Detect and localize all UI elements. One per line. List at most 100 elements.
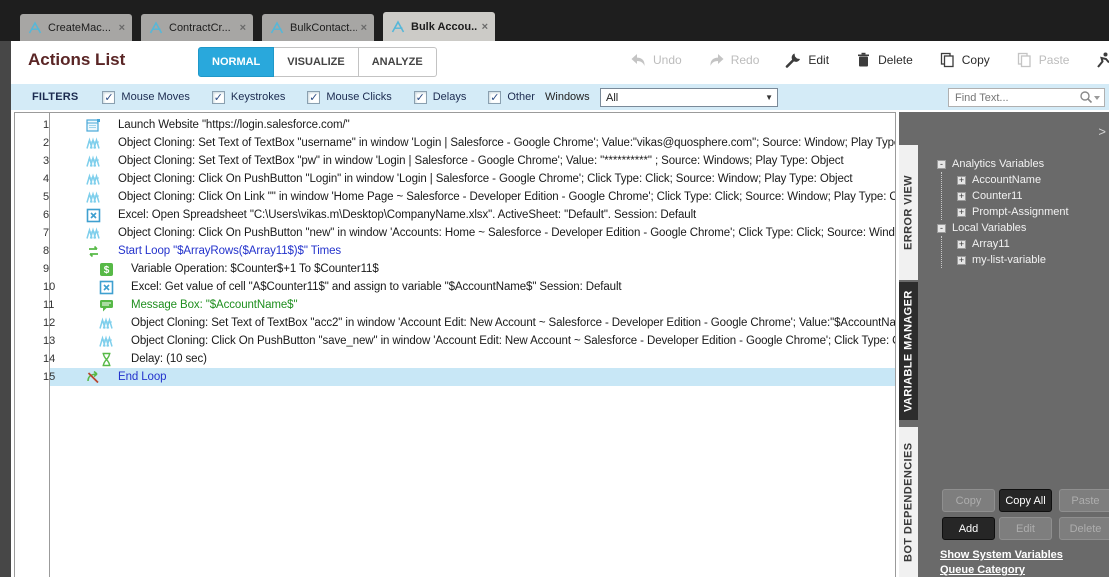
action-row[interactable]: 14 Delay: (10 sec) bbox=[15, 350, 895, 368]
action-row[interactable]: 13Object Cloning: Click On PushButton "s… bbox=[15, 332, 895, 350]
expand-box-icon[interactable]: + bbox=[957, 208, 966, 217]
tab-close-icon[interactable]: × bbox=[361, 22, 367, 34]
action-text: End Loop bbox=[118, 371, 166, 383]
checkbox-icon: ✓ bbox=[414, 91, 427, 104]
tree-children: +Array11+my-list-variable bbox=[941, 236, 1069, 268]
action-text: Launch Website "https://login.salesforce… bbox=[118, 119, 350, 131]
filter-checkbox-delays[interactable]: ✓Delays bbox=[414, 91, 467, 104]
action-row[interactable]: 5Object Cloning: Click On Link "" in win… bbox=[15, 188, 895, 206]
tree-node-label: AccountName bbox=[972, 174, 1041, 186]
toolbar-button-label: Edit bbox=[808, 53, 829, 67]
action-row[interactable]: 12 Object Cloning: Set Text of TextBox "a… bbox=[15, 314, 895, 332]
toolbar-button-label: Redo bbox=[731, 53, 760, 67]
toolbar-button-label: Delete bbox=[878, 53, 913, 67]
app-logo-icon bbox=[148, 21, 164, 35]
excel-icon bbox=[86, 208, 101, 223]
expand-box-icon[interactable]: + bbox=[957, 256, 966, 265]
action-row[interactable]: 15End Loop bbox=[15, 368, 895, 386]
action-row[interactable]: 10Excel: Get value of cell "A$Counter11$… bbox=[15, 278, 895, 296]
copy-button[interactable]: Copy bbox=[939, 52, 990, 68]
tree-node[interactable]: +my-list-variable bbox=[957, 252, 1069, 268]
windows-dropdown-value: All bbox=[606, 92, 618, 104]
row-number: 12 bbox=[15, 317, 49, 329]
collapse-box-icon[interactable]: - bbox=[937, 224, 946, 233]
panel-tab-variable-manager[interactable]: VARIABLE MANAGER bbox=[899, 282, 918, 420]
app-logo-icon bbox=[390, 20, 406, 34]
tab-close-icon[interactable]: × bbox=[240, 22, 246, 34]
action-text: Message Box: "$AccountName$" bbox=[131, 299, 297, 311]
filter-checkbox-label: Mouse Moves bbox=[121, 91, 189, 103]
object-cloning-icon bbox=[86, 136, 101, 151]
action-row[interactable]: 9 $ Variable Operation: $Counter$+1 To $Co… bbox=[15, 260, 895, 278]
action-text: Object Cloning: Set Text of TextBox "acc… bbox=[131, 317, 895, 329]
copy-all-button[interactable]: Copy All bbox=[999, 489, 1052, 512]
tree-node[interactable]: + AccountName bbox=[957, 172, 1069, 188]
paste-button: Paste bbox=[1059, 489, 1109, 512]
action-row[interactable]: 11Message Box: "$AccountName$" bbox=[15, 296, 895, 314]
expand-box-icon[interactable]: + bbox=[957, 240, 966, 249]
app-tab[interactable]: BulkContact...× bbox=[262, 14, 374, 41]
tree-node-label: Analytics Variables bbox=[952, 158, 1044, 170]
filter-checkbox-keystrokes[interactable]: ✓Keystrokes bbox=[212, 91, 285, 104]
app-tab[interactable]: ContractCr...× bbox=[141, 14, 253, 41]
checkbox-icon: ✓ bbox=[488, 91, 501, 104]
svg-text:$: $ bbox=[104, 265, 110, 276]
tree-node[interactable]: -Local Variables bbox=[937, 220, 1069, 236]
filter-checkbox-other[interactable]: ✓Other bbox=[488, 91, 535, 104]
collapse-box-icon[interactable]: - bbox=[937, 160, 946, 169]
action-row[interactable]: 1Launch Website "https://login.salesforc… bbox=[15, 116, 895, 134]
action-row[interactable]: 3Object Cloning: Set Text of TextBox "pw… bbox=[15, 152, 895, 170]
show-system-variables-link[interactable]: Show System Variables bbox=[940, 549, 1063, 561]
actions-button[interactable]: Actions bbox=[1095, 52, 1109, 68]
launch-website-icon bbox=[86, 118, 101, 133]
app-tab[interactable]: Bulk Accou...× bbox=[383, 12, 495, 41]
mode-analyze-button[interactable]: ANALYZE bbox=[359, 47, 437, 77]
queue-category-link[interactable]: Queue Category bbox=[940, 564, 1025, 576]
mode-visualize-button[interactable]: VISUALIZE bbox=[274, 47, 358, 77]
tab-label: CreateMac... bbox=[48, 22, 115, 34]
action-row[interactable]: 4Object Cloning: Click On PushButton "Lo… bbox=[15, 170, 895, 188]
windows-dropdown[interactable]: All ▼ bbox=[600, 88, 778, 107]
action-row[interactable]: 8Start Loop "$ArrayRows($Array11$)$" Tim… bbox=[15, 242, 895, 260]
tree-node[interactable]: -Analytics Variables bbox=[937, 156, 1069, 172]
mode-normal-button[interactable]: NORMAL bbox=[198, 47, 274, 77]
row-number: 4 bbox=[15, 173, 49, 185]
action-text: Delay: (10 sec) bbox=[131, 353, 207, 365]
edit-button[interactable]: Edit bbox=[785, 52, 829, 68]
action-text: Variable Operation: $Counter$+1 To $Coun… bbox=[131, 263, 379, 275]
tree-node[interactable]: +Array11 bbox=[957, 236, 1069, 252]
tree-node[interactable]: +Counter11 bbox=[957, 188, 1069, 204]
row-number: 9 bbox=[15, 263, 49, 275]
panel-tab-error-view[interactable]: ERROR VIEW bbox=[899, 145, 918, 280]
checkbox-icon: ✓ bbox=[307, 91, 320, 104]
tab-close-icon[interactable]: × bbox=[482, 21, 488, 33]
panel-tab-bot-dependencies[interactable]: BOT DEPENDENCIES bbox=[899, 427, 918, 577]
filter-checkbox-mouse-clicks[interactable]: ✓ Mouse Clicks bbox=[307, 91, 391, 104]
tree-node[interactable]: +Prompt-Assignment bbox=[957, 204, 1069, 220]
action-row[interactable]: 6Excel: Open Spreadsheet "C:\Users\vikas… bbox=[15, 206, 895, 224]
wrench-icon bbox=[785, 52, 802, 68]
filter-checkbox-mouse-moves[interactable]: ✓ Mouse Moves bbox=[102, 91, 189, 104]
action-text: Object Cloning: Click On Link "" in wind… bbox=[118, 191, 895, 203]
action-row[interactable]: 2Object Cloning: Set Text of TextBox "us… bbox=[15, 134, 895, 152]
delete-button[interactable]: Delete bbox=[855, 52, 913, 68]
checkbox-icon: ✓ bbox=[102, 91, 115, 104]
excel-icon bbox=[99, 280, 114, 295]
tab-close-icon[interactable]: × bbox=[119, 22, 125, 34]
filter-checkbox-label: Mouse Clicks bbox=[326, 91, 391, 103]
checkbox-icon: ✓ bbox=[212, 91, 225, 104]
copy-button: Copy bbox=[942, 489, 995, 512]
page-title: Actions List bbox=[28, 50, 125, 70]
panel-collapse-icon[interactable]: > bbox=[1098, 124, 1106, 139]
row-number: 13 bbox=[15, 335, 49, 347]
action-row[interactable]: 7Object Cloning: Click On PushButton "ne… bbox=[15, 224, 895, 242]
app-tab[interactable]: CreateMac... × bbox=[20, 14, 132, 41]
windows-label: Windows bbox=[545, 91, 590, 103]
copy-icon bbox=[939, 52, 956, 68]
expand-box-icon[interactable]: + bbox=[957, 176, 966, 185]
search-icon[interactable] bbox=[1079, 90, 1101, 104]
expand-box-icon[interactable]: + bbox=[957, 192, 966, 201]
row-number: 14 bbox=[15, 353, 49, 365]
trash-icon bbox=[855, 52, 872, 68]
add-button[interactable]: Add bbox=[942, 517, 995, 540]
